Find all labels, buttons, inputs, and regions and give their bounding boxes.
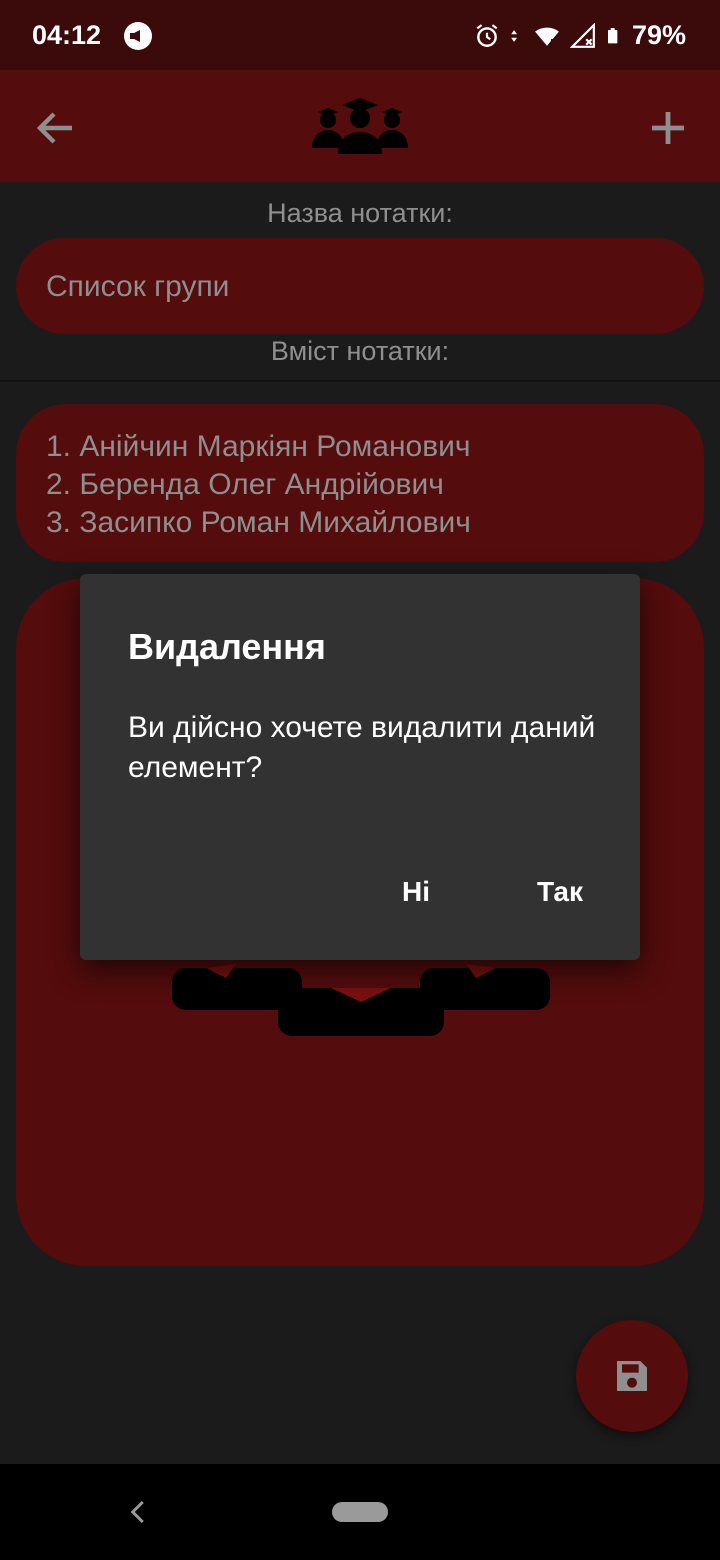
- content-label: Вміст нотатки:: [270, 336, 450, 366]
- signal-icon: [569, 22, 595, 48]
- note-title-field[interactable]: Список групи: [16, 238, 704, 334]
- chevron-left-icon[interactable]: [124, 1496, 154, 1528]
- cast-icon: [124, 22, 152, 50]
- delete-dialog: Видалення Ви дійсно хочете видалити дани…: [80, 574, 640, 960]
- wifi-icon: 5: [535, 27, 559, 48]
- data-arrows-icon: [511, 29, 517, 42]
- system-nav-bar: [0, 1464, 720, 1560]
- save-icon: [617, 1361, 647, 1391]
- content-line: 2. Беренда Олег Андрійович: [46, 468, 444, 501]
- status-bar: 04:12 5 79%: [0, 0, 720, 70]
- status-icons: 5 79%: [474, 20, 686, 51]
- battery-icon: [607, 27, 618, 43]
- app-bar: [0, 70, 720, 182]
- title-label: Назва нотатки:: [267, 198, 453, 228]
- yes-button[interactable]: Так: [537, 876, 583, 908]
- note-editor-screen: 04:12 5 79% Назва нотатки: Список групи …: [0, 0, 720, 1560]
- content-line: 3. Засипко Роман Михайлович: [46, 506, 471, 539]
- divider: [0, 380, 720, 382]
- graduates-group-icon: [312, 98, 408, 154]
- content-line: 1. Анійчин Маркіян Романович: [46, 430, 471, 463]
- dialog-title: Видалення: [128, 626, 326, 667]
- arrow-left-icon[interactable]: [32, 104, 80, 152]
- home-pill-icon[interactable]: [332, 1502, 388, 1522]
- plus-icon[interactable]: [644, 104, 692, 152]
- no-button[interactable]: Ні: [402, 876, 430, 908]
- dialog-message: Ви дійсно хочете видалити даний елемент?: [128, 711, 596, 784]
- save-button[interactable]: [576, 1320, 688, 1432]
- battery-percent: 79%: [631, 20, 686, 50]
- svg-text:5: 5: [550, 37, 556, 48]
- alarm-icon: [476, 23, 498, 47]
- status-time: 04:12: [32, 20, 102, 50]
- note-content-field[interactable]: 1. Анійчин Маркіян Романович 2. Беренда …: [16, 404, 704, 562]
